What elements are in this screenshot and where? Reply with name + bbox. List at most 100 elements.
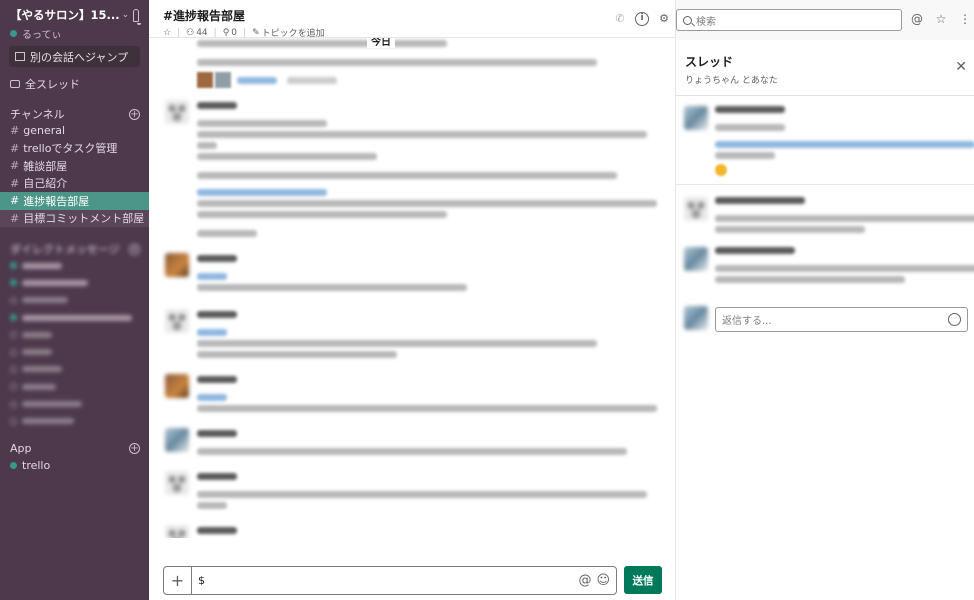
avatar[interactable] xyxy=(165,253,189,277)
avatar[interactable] xyxy=(165,374,189,398)
sidebar-item-shinchoku[interactable]: # 進捗報告部屋 xyxy=(0,192,149,210)
sidebar-item-zatsudan[interactable]: # 雑談部屋 xyxy=(0,157,149,175)
channel-name: 雑談部屋 xyxy=(23,159,68,173)
emoji-icon[interactable]: ☺ xyxy=(596,573,610,588)
add-app-icon[interactable]: + xyxy=(129,443,140,455)
sidebar-item-general[interactable]: # general xyxy=(0,122,149,140)
dm-item[interactable] xyxy=(0,326,149,343)
channel-name: 進捗報告部屋 xyxy=(23,194,90,208)
more-icon[interactable]: ⋮ xyxy=(958,12,972,26)
current-user: るってぃ xyxy=(10,26,139,41)
mention-icon[interactable]: @ xyxy=(578,573,591,588)
dm-item[interactable] xyxy=(0,413,149,430)
search-input[interactable]: 検索 xyxy=(676,9,902,31)
workspace-name[interactable]: 【やるサロン】15... xyxy=(10,7,120,23)
add-channel-icon[interactable]: + xyxy=(129,108,140,120)
presence-icon xyxy=(10,262,17,270)
pencil-icon: ✎ xyxy=(252,27,260,38)
bell-icon[interactable] xyxy=(133,8,141,25)
star-icon[interactable]: ☆ xyxy=(163,28,171,38)
dm-item[interactable] xyxy=(0,343,149,360)
dm-item[interactable] xyxy=(0,274,149,291)
avatar[interactable] xyxy=(684,247,708,271)
jump-label: 別の会話へジャンプ xyxy=(30,50,129,64)
avatar[interactable] xyxy=(165,428,189,452)
avatar[interactable] xyxy=(684,197,708,221)
sidebar-item-trello[interactable]: # trelloでタスク管理 xyxy=(0,140,149,158)
thread-message[interactable] xyxy=(676,243,974,287)
thread-header: スレッド りょうちゃん とあなた ✕ xyxy=(676,40,974,96)
message-item[interactable] xyxy=(149,307,675,362)
header-icons: ✆ i ⚙ xyxy=(605,12,671,26)
message-composer: + @ ☺ xyxy=(163,566,617,595)
channel-name: 目標コミットメント部屋 xyxy=(23,212,145,226)
workspace-header[interactable]: 【やるサロン】15... ⌄ るってぃ xyxy=(0,0,149,41)
presence-icon xyxy=(10,417,17,425)
presence-icon xyxy=(10,383,17,391)
thread-message[interactable] xyxy=(676,102,974,176)
phone-icon[interactable]: ✆ xyxy=(613,12,627,26)
thread-reply-input[interactable]: 返信する... xyxy=(715,307,968,332)
member-count[interactable]: 44 xyxy=(196,28,207,38)
jump-to-button[interactable]: 別の会話へジャンプ xyxy=(9,46,140,67)
divider: | xyxy=(213,27,217,38)
jump-icon xyxy=(15,52,25,61)
dm-section-header[interactable]: ダイレクトメッセージ + xyxy=(0,241,149,257)
presence-icon xyxy=(10,331,17,339)
sidebar-item-mokuhyo[interactable]: # 目標コミットメント部屋 xyxy=(0,209,149,227)
mention-icon[interactable]: @ xyxy=(910,12,924,26)
message-item[interactable] xyxy=(149,469,675,513)
all-threads-item[interactable]: 全スレッド xyxy=(0,76,149,92)
sidebar-item-jikoshoukai[interactable]: # 自己紹介 xyxy=(0,175,149,193)
avatar xyxy=(684,306,708,330)
message-item[interactable] xyxy=(149,251,675,295)
dm-item[interactable] xyxy=(0,292,149,309)
thread-message[interactable] xyxy=(676,193,974,237)
pin-icon[interactable]: ⚲ xyxy=(223,28,230,38)
dm-item[interactable] xyxy=(0,361,149,378)
gear-icon[interactable]: ⚙ xyxy=(657,12,671,26)
apps-section-header[interactable]: App + xyxy=(0,441,149,457)
emoji-icon[interactable] xyxy=(948,313,961,326)
attach-icon[interactable]: + xyxy=(164,567,192,594)
avatar[interactable] xyxy=(165,471,189,495)
message-item[interactable] xyxy=(149,426,675,459)
dm-list xyxy=(0,257,149,430)
channels-section-header[interactable]: チャンネル + xyxy=(0,106,149,122)
star-icon[interactable]: ☆ xyxy=(934,12,948,26)
add-topic-link[interactable]: トピックを追加 xyxy=(262,26,325,39)
close-icon[interactable]: ✕ xyxy=(955,59,967,75)
message-item[interactable] xyxy=(149,523,675,538)
channel-name: general xyxy=(23,124,66,138)
members-icon[interactable]: ⚇ xyxy=(186,28,194,38)
send-button[interactable]: 送信 xyxy=(624,566,662,594)
pin-count[interactable]: 0 xyxy=(231,28,237,38)
avatar[interactable] xyxy=(165,309,189,333)
hash-icon: # xyxy=(10,176,20,190)
channels-label: チャンネル xyxy=(10,108,65,121)
dm-item[interactable] xyxy=(0,378,149,395)
channel-header: #進捗報告部屋 ☆ | ⚇ 44 | ⚲ 0 | ✎ トピックを追加 ✆ i ⚙ xyxy=(149,0,675,39)
channel-title[interactable]: #進捗報告部屋 xyxy=(163,7,675,24)
apps-label: App xyxy=(10,442,32,456)
sidebar-item-trello-app[interactable]: trello xyxy=(0,457,149,474)
dm-item[interactable] xyxy=(0,257,149,274)
search-placeholder: 検索 xyxy=(696,16,716,28)
add-dm-icon[interactable]: + xyxy=(129,243,140,255)
channel-view: #進捗報告部屋 ☆ | ⚇ 44 | ⚲ 0 | ✎ トピックを追加 ✆ i ⚙ xyxy=(149,0,676,600)
message-input[interactable] xyxy=(192,568,574,593)
dm-item[interactable] xyxy=(0,395,149,412)
top-right-icons: @ ☆ ⋮ xyxy=(910,12,974,26)
avatar[interactable] xyxy=(684,106,708,130)
message-item[interactable] xyxy=(149,98,675,241)
slack-app: 【やるサロン】15... ⌄ るってぃ 別の会話へジャンプ 全スレッド チャンネ… xyxy=(0,0,974,600)
dm-item[interactable] xyxy=(0,309,149,326)
divider: | xyxy=(243,27,247,38)
avatar[interactable] xyxy=(165,100,189,124)
message-item[interactable] xyxy=(149,372,675,416)
message-list xyxy=(149,30,675,538)
info-icon[interactable]: i xyxy=(635,12,649,26)
channel-list: # general # trelloでタスク管理 # 雑談部屋 # 自己紹介 # 進捗報告… xyxy=(0,122,149,227)
thread-body xyxy=(676,96,974,600)
avatar[interactable] xyxy=(165,525,189,538)
